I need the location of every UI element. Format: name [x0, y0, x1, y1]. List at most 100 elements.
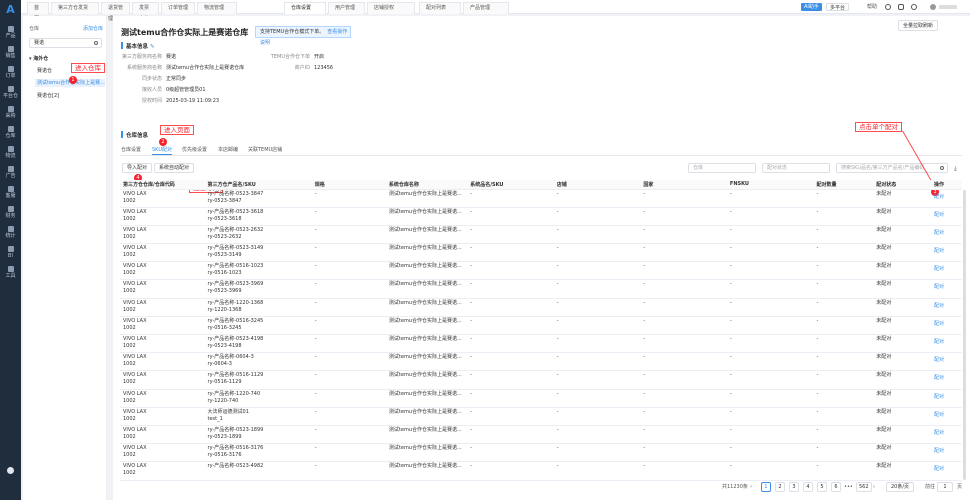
pair-action-link[interactable]: 配对 [931, 407, 962, 426]
tab-2[interactable]: 退货管理 [101, 2, 130, 22]
user-icon[interactable] [911, 4, 917, 10]
product-cell: ry-产品名称-0523-2632 ry-0523-2632 [204, 225, 312, 245]
bell-icon[interactable] [898, 4, 904, 10]
rail-item-7[interactable]: 广告 [0, 164, 21, 184]
subtab-2[interactable]: 优先级设置 [182, 147, 207, 154]
rail-item-4[interactable]: 采购 [0, 104, 21, 124]
table-scrollbar[interactable] [963, 190, 966, 480]
pair-qty-cell: - [813, 189, 874, 208]
subtab-4[interactable]: 关联TEMU店铺 [248, 147, 282, 154]
download-icon[interactable]: ⤓ [954, 165, 957, 173]
pair-action-link[interactable]: 配对 [931, 389, 962, 408]
rail-item-3[interactable]: 平台仓 [0, 84, 21, 104]
column-header: FNSKU [726, 180, 814, 190]
avatar[interactable] [930, 4, 936, 10]
pair-action-link[interactable]: 配对 [931, 370, 962, 390]
tab-10[interactable]: 产品管理 [463, 2, 509, 14]
tab-5[interactable]: 物流管理 [197, 2, 237, 14]
rail-item-6[interactable]: 物流 [0, 144, 21, 164]
import-pair-button[interactable]: 导入配对 [122, 163, 153, 173]
globe-icon[interactable] [885, 4, 891, 10]
tab-0[interactable]: 首页 [27, 2, 49, 22]
pair-action-link[interactable]: 配对 [931, 316, 962, 336]
tab-3[interactable]: 发票上传 [132, 2, 159, 22]
rail-item-5[interactable]: 仓库 [0, 124, 21, 144]
page-6[interactable]: 6 [831, 482, 841, 492]
pair-action-link[interactable]: 配对 [931, 352, 962, 372]
page-3[interactable]: 3 [789, 482, 799, 492]
rail-item-10[interactable]: 统计 [0, 224, 21, 244]
spec-cell: - [311, 207, 386, 226]
page-last[interactable]: 562 [856, 482, 872, 492]
page-2[interactable]: 2 [775, 482, 785, 492]
rail-item-12[interactable]: 工具 [0, 264, 21, 284]
search-icon[interactable] [94, 41, 98, 45]
pair-action-link[interactable]: 配对 [931, 461, 962, 481]
cart-icon [7, 46, 14, 52]
auto-pair-button[interactable]: 系统自动配对 [154, 163, 195, 173]
subtab-3[interactable]: 本店邮编 [218, 147, 238, 154]
pair-qty-cell: - [813, 243, 874, 263]
help-link[interactable]: 帮助 [867, 3, 877, 11]
column-header: 第三方仓仓库/仓库代码 [120, 180, 205, 190]
system-warehouse-cell: 测试temu合作仓实际上是赛诺... [385, 189, 468, 208]
per-page-select[interactable]: 20条/页 [886, 482, 914, 492]
pair-action-link[interactable]: 配对 [931, 443, 962, 463]
page-4[interactable]: 4 [803, 482, 813, 492]
fnsku-cell: - [726, 334, 814, 354]
rail-item-1[interactable]: 销售 [0, 44, 21, 64]
pair-action-link[interactable]: 配对 [931, 425, 962, 445]
goto-page-input[interactable]: 1 [937, 482, 953, 492]
subtab-0[interactable]: 仓库设置 [121, 147, 141, 154]
pair-action-link[interactable]: 配对 [931, 298, 962, 317]
rail-item-2[interactable]: 订单 [0, 64, 21, 84]
rail-item-9[interactable]: 财务 [0, 204, 21, 224]
pair-action-link[interactable]: 配对 [931, 243, 962, 263]
tab-8[interactable]: 店铺授权 [367, 2, 415, 14]
add-warehouse-link[interactable]: 添加仓库 [83, 25, 103, 32]
table-row: VIVO LAX 1002 ry-产品名称-0523-4198 ry-0523-419… [120, 334, 962, 354]
pair-status-filter-select[interactable]: 配对状态 [762, 163, 830, 173]
pair-qty-cell: - [813, 225, 874, 245]
sku-search-input[interactable]: 搜索SKU品名/第三方产品名/产品编码 [836, 163, 948, 173]
rail-item-11[interactable]: BI [0, 244, 21, 264]
page-5[interactable]: 5 [817, 482, 827, 492]
warehouse-filter-select[interactable]: 仓库 [688, 163, 756, 173]
tab-4[interactable]: 订单管理 [161, 2, 195, 14]
tab-7[interactable]: 用户管理 [328, 2, 365, 14]
ai-assistant-button[interactable]: AI助手 [801, 3, 822, 11]
app-logo-icon[interactable]: A [4, 4, 17, 15]
platform-select[interactable]: 多平台 [826, 3, 850, 11]
pair-action-link[interactable]: 配对 [931, 261, 962, 281]
column-header: 国家 [640, 180, 727, 190]
next-page-icon[interactable]: › [873, 482, 875, 492]
pair-status-cell: 未配对 [873, 352, 931, 372]
warehouse-search-input[interactable]: 赛诺 [29, 38, 102, 48]
pair-action-link[interactable]: 配对 [931, 189, 962, 208]
tree-item-sainuo-2[interactable]: 赛诺仓[2] [37, 92, 59, 100]
tab-1[interactable]: 第三方仓发货(旧)× [51, 2, 99, 22]
warehouse-cell: VIVO LAX 1002 [120, 298, 205, 317]
tab-9[interactable]: 配对列表 [419, 2, 461, 14]
tree-group-overseas[interactable]: ▾ 海外仓 [29, 55, 48, 63]
field-2: 同步状态 正常同步 [141, 76, 187, 82]
user-name[interactable] [939, 5, 957, 9]
rail-item-8[interactable]: 客服 [0, 184, 21, 204]
pair-action-link[interactable]: 配对 [931, 334, 962, 354]
search-icon[interactable] [940, 166, 944, 170]
system-sku-cell: - [467, 352, 554, 372]
rail-item-0[interactable]: 产品 [0, 24, 21, 44]
edit-icon[interactable]: ✎ [150, 44, 155, 50]
subtab-1[interactable]: SKU配对 [152, 147, 172, 155]
pair-action-link[interactable]: 配对 [931, 279, 962, 299]
shop-cell: - [553, 443, 641, 463]
tree-item-sainuo[interactable]: 赛诺仓 [37, 67, 52, 75]
system-warehouse-cell: 测试temu合作仓实际上是赛诺... [385, 279, 468, 299]
settings-icon[interactable] [7, 467, 14, 474]
pair-action-link[interactable]: 配对 [931, 225, 962, 245]
full-refresh-button[interactable]: 全量拉取刷新 [898, 20, 939, 31]
tab-6[interactable]: 仓库设置× [284, 2, 326, 22]
prev-page-icon[interactable]: ‹ [750, 482, 752, 492]
pair-action-link[interactable]: 配对 [931, 207, 962, 226]
page-1[interactable]: 1 [761, 482, 771, 492]
